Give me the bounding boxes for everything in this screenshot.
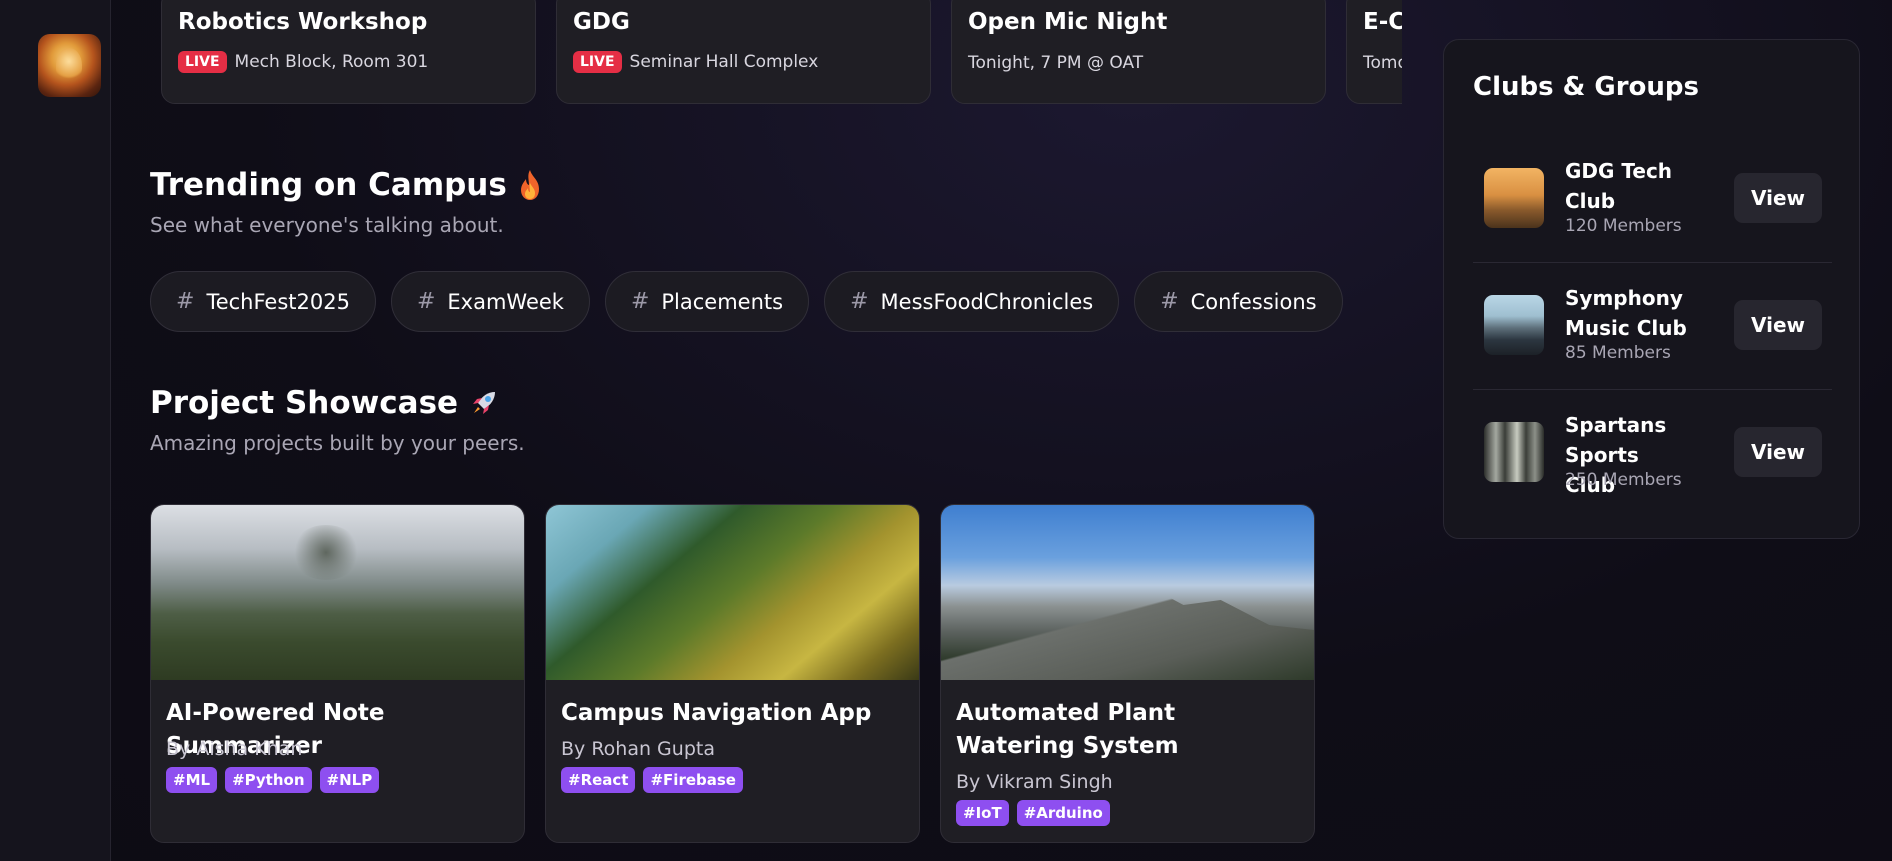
event-location: Mech Block, Room 301 [234,52,429,72]
live-badge: LIVE [573,51,622,73]
club-members: 120 Members [1565,216,1682,236]
hashtag-pill[interactable]: # MessFoodChronicles [824,271,1120,332]
club-thumbnail [1484,168,1544,228]
event-meta: Tomo [1363,53,1402,73]
event-title: GDG [573,9,630,35]
club-row: Spartans Sports Club 250 Members View [1473,390,1832,517]
hash-icon: # [1160,289,1179,314]
event-title: Open Mic Night [968,9,1168,35]
view-club-button[interactable]: View [1734,427,1822,477]
club-row: GDG Tech Club 120 Members View [1473,136,1832,263]
event-meta: Tonight, 7 PM @ OAT [968,53,1143,73]
trending-subtitle: See what everyone's talking about. [150,213,504,237]
event-location: Seminar Hall Complex [629,52,819,72]
event-card[interactable]: E-C Tomo [1346,0,1402,104]
club-members: 250 Members [1565,470,1682,490]
tag[interactable]: #ML [166,767,218,793]
event-card[interactable]: Robotics Workshop LIVE Mech Block, Room … [161,0,536,104]
project-card[interactable]: AI-Powered Note Summarizer By Aisha Khan… [150,504,525,843]
project-title: Campus Navigation App [561,700,872,726]
showcase-title: Project Showcase [150,385,500,421]
project-tags: #IoT #Arduino [956,800,1110,826]
event-location: Tonight, 7 PM @ OAT [968,53,1144,73]
hashtag-list: # TechFest2025 # ExamWeek # Placements #… [150,271,1343,332]
events-carousel: Robotics Workshop LIVE Mech Block, Room … [112,0,1402,104]
trending-title-text: Trending on Campus [150,167,507,203]
hashtag-pill[interactable]: # Confessions [1134,271,1343,332]
hashtag-label: MessFoodChronicles [880,289,1094,314]
hashtag-label: ExamWeek [447,289,564,314]
showcase-title-text: Project Showcase [150,385,459,421]
hashtag-label: Confessions [1190,289,1317,314]
left-rail [0,0,111,861]
hashtag-pill[interactable]: # TechFest2025 [150,271,376,332]
hash-icon: # [630,289,650,314]
project-title: Automated Plant Watering System [956,700,1179,759]
project-author: By Vikram Singh [956,771,1113,793]
project-image [546,505,919,680]
club-name: Symphony Music Club [1565,286,1687,340]
club-name: GDG Tech Club [1565,159,1673,213]
project-image [151,505,524,680]
event-card[interactable]: GDG LIVE Seminar Hall Complex [556,0,931,104]
club-thumbnail [1484,295,1544,355]
tag[interactable]: #Arduino [1016,800,1110,826]
showcase-subtitle: Amazing projects built by your peers. [150,431,525,455]
hashtag-label: TechFest2025 [206,289,350,314]
event-card[interactable]: Open Mic Night Tonight, 7 PM @ OAT [951,0,1326,104]
project-tags: #React #Firebase [561,767,743,793]
club-members: 85 Members [1565,343,1671,363]
hash-icon: # [176,289,195,314]
tag[interactable]: #React [561,767,636,793]
view-club-button[interactable]: View [1734,300,1822,350]
project-author: By Rohan Gupta [561,738,715,760]
tag[interactable]: #NLP [319,767,380,793]
club-thumbnail [1484,422,1544,482]
project-author: By Aisha Khan [166,738,303,760]
tag[interactable]: #Firebase [643,767,743,793]
hashtag-pill[interactable]: # ExamWeek [390,271,590,332]
user-avatar[interactable] [38,34,101,97]
tag[interactable]: #Python [225,767,312,793]
trending-title: Trending on Campus [150,167,543,203]
hashtag-pill[interactable]: # Placements [604,271,810,332]
event-meta: LIVE Mech Block, Room 301 [178,51,428,73]
hash-icon: # [416,289,436,314]
club-row: Symphony Music Club 85 Members View [1473,263,1832,390]
event-meta: LIVE Seminar Hall Complex [573,51,818,73]
project-tags: #ML #Python #NLP [166,767,380,793]
hash-icon: # [850,289,869,314]
event-title: E-C [1363,9,1402,35]
clubs-title: Clubs & Groups [1473,72,1699,102]
fire-icon [517,169,543,201]
tag[interactable]: #IoT [956,800,1009,826]
view-club-button[interactable]: View [1734,173,1822,223]
event-title: Robotics Workshop [178,9,428,35]
project-card[interactable]: Automated Plant Watering System By Vikra… [940,504,1315,843]
live-badge: LIVE [178,51,227,73]
rocket-icon [468,387,500,419]
project-card[interactable]: Campus Navigation App By Rohan Gupta #Re… [545,504,920,843]
project-image [941,505,1314,680]
clubs-panel: Clubs & Groups GDG Tech Club 120 Members… [1443,39,1860,539]
hashtag-label: Placements [661,289,784,314]
event-location: Tomo [1363,53,1402,73]
